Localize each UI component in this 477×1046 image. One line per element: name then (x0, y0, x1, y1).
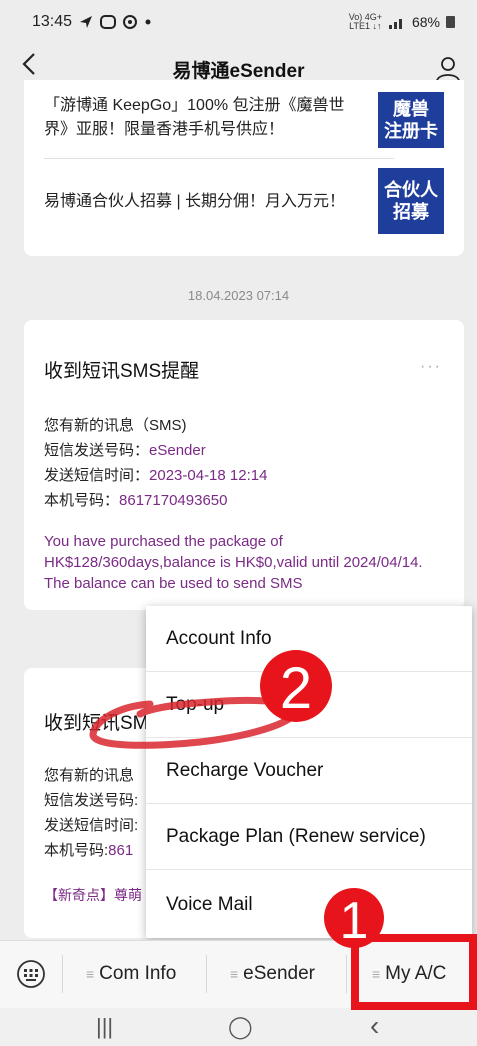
status-time: 13:45 (32, 13, 73, 30)
thumbnail-label: 合伙人 招募 (384, 180, 438, 222)
news-item-partner[interactable]: 易博通合伙人招募 | 长期分佣！月入万元！ (44, 190, 364, 214)
tab-divider (62, 955, 63, 993)
battery-icon (446, 16, 455, 28)
more-options-button[interactable]: ··· (420, 358, 442, 376)
tab-my-account[interactable]: ≡ My A/C (372, 963, 446, 985)
menu-item-top-up[interactable]: Top-up (146, 672, 472, 738)
card-title: 收到短讯SMS提醒 (44, 361, 200, 382)
number-row: 本机号码：8617170493650 (44, 489, 227, 510)
battery-percent: 68% (411, 14, 440, 30)
time-label: 发送短信时间: (44, 817, 139, 834)
news-item-keepgo[interactable]: 「游博通 KeepGo」100% 包注册《魔兽世界》亚服！限量香港手机号供应！ (44, 94, 364, 142)
chevron-left-icon (22, 53, 35, 75)
menu-item-package-plan[interactable]: Package Plan (Renew service) (146, 804, 472, 870)
bottom-menu-bar: ≡ Com Info ≡ eSender ≡ My A/C (0, 940, 477, 1009)
thumbnail-label: 魔兽 注册卡 (384, 99, 438, 141)
network-type: Vo) 4G+ LTE1 ↓↑ (349, 13, 382, 31)
keyboard-toggle-button[interactable] (16, 959, 46, 989)
signal-strength-icon (388, 19, 402, 29)
tab-divider (206, 955, 207, 993)
message-timestamp: 18.04.2023 07:14 (187, 288, 290, 303)
system-navigation-bar: ||| ◯ ‹ (0, 1008, 477, 1046)
sms-body: You have purchased the package of HK$128… (44, 533, 423, 592)
navigation-arrow-icon (80, 16, 93, 28)
menu-item-account-info[interactable]: Account Info (146, 606, 472, 672)
news-text: 「游博通 KeepGo」100% 包注册《魔兽世界》亚服！限量香港手机号供应！ (44, 97, 345, 138)
keyboard-icon (17, 960, 45, 988)
tab-com-info[interactable]: ≡ Com Info (86, 963, 176, 985)
news-text: 易博通合伙人招募 | 长期分佣！月入万元！ (44, 193, 346, 210)
recents-button[interactable]: ||| (96, 1014, 113, 1040)
tab-divider (346, 955, 347, 993)
network-bottom-label: LTE1 ↓↑ (349, 21, 382, 31)
time-row: 发送短信时间：2023-04-18 12:14 (44, 464, 267, 485)
status-bar: 13:45 Vo) 4G+ LTE1 ↓↑ 68% (0, 0, 477, 44)
account-popup-menu: Account Info Top-up Recharge Voucher Pac… (146, 606, 472, 938)
tab-label: Com Info (99, 963, 177, 984)
sender-value: eSender (149, 442, 206, 459)
sender-label: 短信发送号码: (44, 792, 139, 809)
menu-lines-icon: ≡ (230, 966, 239, 982)
page-title: 易博通eSender (172, 60, 305, 82)
menu-item-recharge-voucher[interactable]: Recharge Voucher (146, 738, 472, 804)
sms-intro: 您有新的讯息 (44, 767, 135, 784)
tab-esender[interactable]: ≡ eSender (230, 963, 315, 985)
number-value: 861 (108, 842, 134, 859)
sender-label: 短信发送号码： (44, 442, 150, 459)
number-label: 本机号码: (44, 842, 109, 859)
tab-label: eSender (243, 963, 316, 984)
time-label: 发送短信时间： (44, 467, 150, 484)
time-value: 2023-04-18 12:14 (149, 467, 268, 484)
status-right: Vo) 4G+ LTE1 ↓↑ 68% (349, 13, 455, 31)
card-title: 收到短讯SM (44, 713, 149, 734)
status-left: 13:45 (32, 13, 152, 31)
system-back-button[interactable]: ‹ (370, 1010, 379, 1042)
tab-label: My A/C (385, 963, 447, 984)
number-label: 本机号码： (44, 492, 120, 509)
message-app-icon (100, 15, 117, 29)
sms-notification-card[interactable]: 收到短讯SMS提醒 ··· 您有新的讯息（SMS) 短信发送号码：eSender… (24, 320, 464, 610)
news-card: 「游博通 KeepGo」100% 包注册《魔兽世界》亚服！限量香港手机号供应！ … (24, 80, 464, 256)
notification-dot-icon (145, 19, 151, 25)
divider (44, 158, 394, 159)
news-thumbnail[interactable]: 合伙人 招募 (378, 168, 444, 234)
sms-intro: 您有新的讯息（SMS) (44, 417, 187, 434)
menu-lines-icon: ≡ (372, 966, 381, 982)
settings-app-icon (123, 15, 138, 29)
home-button[interactable]: ◯ (228, 1014, 253, 1040)
menu-lines-icon: ≡ (86, 966, 95, 982)
number-value: 8617170493650 (119, 492, 228, 509)
news-thumbnail[interactable]: 魔兽 注册卡 (378, 92, 444, 148)
promo-link[interactable]: 【新奇点】尊萌 (44, 885, 142, 905)
sender-row: 短信发送号码：eSender (44, 439, 206, 460)
number-row: 本机号码:861 (44, 839, 133, 860)
menu-item-voice-mail[interactable]: Voice Mail (146, 872, 472, 938)
